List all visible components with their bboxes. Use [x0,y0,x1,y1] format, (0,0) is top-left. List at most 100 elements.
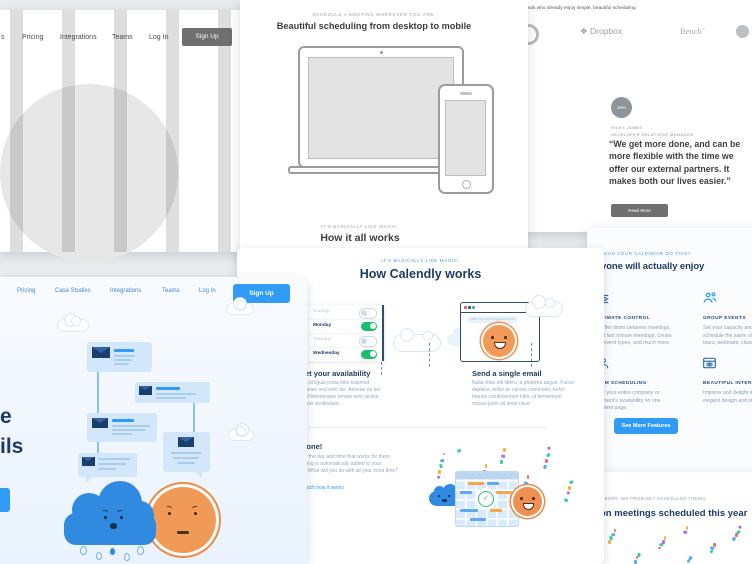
hero-eyebrow: SCHEDULE A MEETING WHEREVER YOU ARE. [312,12,436,17]
day-label: Sunday [313,309,330,314]
testimonial-name: RILEY JAMES [611,125,643,130]
day-label: Monday [313,323,332,328]
cloud-outline-icon [393,328,441,352]
bench-label: Bench [680,26,702,36]
availability-toggle[interactable] [361,322,377,331]
cta-button-fragment[interactable] [0,488,10,512]
how-it-works-eyebrow: IT'S BASICALLY LIKE MAGIC. [320,224,400,229]
dropbox-glyph-icon: ❖ [580,26,588,36]
wireframe-hero-panel: SCHEDULE A MEETING WHEREVER YOU ARE. Bea… [240,0,528,258]
check-icon: ✓ [478,491,494,507]
browser-url-bar[interactable]: calendly.com/ivegotsunshine [467,316,518,323]
email-card [135,382,210,403]
sad-sun-character [150,487,216,553]
wireframe-column [218,10,231,252]
nav-item-integrations[interactable]: Integrations [60,34,97,41]
nav-item-pricing[interactable]: Pricing [17,288,35,294]
feature-text: Set your capacity and let multiple invit… [703,325,752,331]
sad-cloud-character [64,481,156,545]
group-events-icon [702,290,718,310]
nav-item-integrations[interactable]: Integrations [110,288,141,294]
browser-dot-icon [472,306,475,309]
email-speech-card [78,453,137,483]
availability-toggle[interactable] [359,308,377,319]
browser-dot-icon [468,306,471,309]
see-more-features-button[interactable]: See More Features [614,418,678,434]
stats-title: million meetings scheduled this year [581,508,748,519]
feature-text: elegant design and smooth booking. [703,397,752,404]
phone-screen [445,100,486,176]
features-eyebrow: CAN YOUR CALENDAR DO THIS? [604,251,691,256]
step2-text: Nulla vitae elit libero, a pharetra augu… [472,380,575,386]
feature-label: BEAUTIFUL INTERFACE [703,381,752,386]
testimonial-role: DEVELOPER RELATIONS MANAGER [611,131,694,137]
feature-text: schedule the same slot, which is great f… [703,332,752,339]
hero-title: Beautiful scheduling from desktop to mob… [276,21,472,31]
hero-heading-fragment-line1: e [0,405,12,428]
feature-text: tours, webinars, classes, and more. [703,340,752,346]
signup-button[interactable]: Sign Up [182,28,232,46]
beautiful-interface-icon [702,356,717,375]
phone-home-button [461,180,471,189]
day-label: Tuesday [313,337,332,342]
wireframe-left-panel: s Pricing Integrations Teams Log In Sign… [0,10,253,262]
flow-connector [193,403,195,432]
availability-toggle[interactable] [359,336,377,347]
laptop-camera-dot [379,51,383,54]
step2-text: mauris condimentum nibh, ut fermentum [472,394,562,400]
hero-heading-fragment-line2: ils [0,435,24,458]
dropbox-label: Dropbox [590,26,623,36]
features-panel: CAN YOUR CALENDAR DO THIS? Features that… [521,228,752,472]
cloud-outline-icon [228,423,254,441]
happy-sun-character [513,487,542,516]
phone-illustration [438,84,494,194]
dropbox-logo: ❖ Dropbox [580,26,622,37]
how-works-eyebrow: IT'S BASICALLY LIKE MAGIC. [381,258,460,263]
flow-connector [97,372,99,413]
cloud-outline-icon [57,313,89,332]
day-label: Wednesday [313,351,340,356]
wireframe-circle [0,84,178,262]
wireframe-column [10,10,23,252]
dashed-guide-line [531,343,532,367]
design-collage: s Pricing Integrations Teams Log In Sign… [0,0,752,564]
cloud-outline-icon [226,297,254,315]
step2-title: Send a single email [472,369,542,378]
nav-item-login[interactable]: Log In [149,34,168,41]
wireframe-column [166,10,179,252]
watch-how-it-works-link[interactable]: Watch how it works [301,485,344,491]
flow-connector [97,442,99,453]
bench-mark-icon: ☺ [701,26,706,32]
nav-item-teams[interactable]: Teams [112,34,133,41]
email-speech-card [163,432,210,478]
testimonial-quote: “We get more done, and can be more flexi… [609,139,741,186]
blue-site-panel: Pricing Case Studies Integrations Teams … [0,277,307,564]
happy-sun-illustration [483,325,515,357]
nav-item-fragment[interactable]: s [1,34,5,41]
feature-label: GROUP EVENTS [703,316,746,321]
read-more-button[interactable]: Read More [611,204,668,217]
section-divider [297,427,547,428]
step2-text: massa justo sit amet risus. [472,401,531,407]
nav-item-pricing[interactable]: Pricing [22,34,43,41]
nav-item-login[interactable]: Log In [199,288,216,294]
stats-panel: ASK YOUR NEIGHBORS. WE PROBABLY SCHEDULE… [563,472,752,564]
bench-logo: Bench☺ [680,26,706,36]
step1-title: Set your availability [300,369,371,378]
nav-item-teams[interactable]: Teams [162,288,180,294]
dashed-guide-line [381,362,382,375]
logos-tagline: friends who already enjoy simple, beauti… [521,6,636,11]
brand-dot-logo-icon [736,25,749,38]
nav-item-case-studies[interactable]: Case Studies [55,288,91,294]
wireframe-column [62,10,75,252]
calendar-illustration: ✓ [455,471,519,527]
step2-text: dapibus, tellus ac cursus commodo, torto… [472,387,565,393]
laptop-screen [308,57,454,159]
browser-dot-icon [464,306,467,309]
cloud-outline-icon [525,295,563,317]
wireframe-right-panel: friends who already enjoy simple, beauti… [518,0,752,232]
availability-toggle[interactable] [361,350,377,359]
email-card [87,342,152,372]
email-card [87,413,157,442]
sun-smile [494,342,506,349]
